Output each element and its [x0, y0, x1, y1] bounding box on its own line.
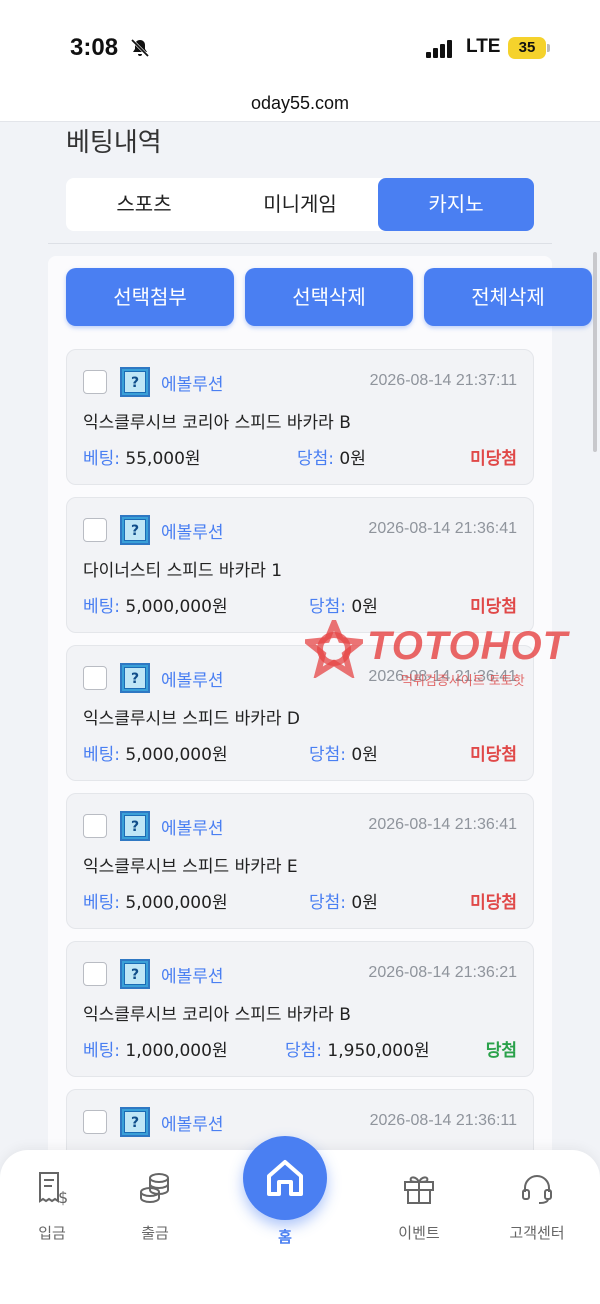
- nav-home-label: 홈: [278, 1228, 292, 1246]
- result-badge: 미당첨: [470, 449, 517, 469]
- bet-card: ? 에볼루션 2026-08-14 21:36:41 익스클루시브 스피드 바카…: [66, 645, 534, 781]
- home-icon: [267, 1160, 303, 1196]
- nav-withdraw-label: 출금: [141, 1224, 169, 1242]
- win-amount-label: 당첨: 0원: [309, 597, 378, 617]
- bet-card: ? 에볼루션 2026-08-14 21:36:21 익스클루시브 코리아 스피…: [66, 941, 534, 1077]
- game-placeholder-icon: ?: [120, 1107, 150, 1137]
- provider-name: 에볼루션: [161, 375, 224, 395]
- bet-amount: 5,000,000원: [125, 745, 228, 765]
- provider-name: 에볼루션: [161, 967, 224, 987]
- win-amount: 1,950,000원: [327, 1041, 430, 1061]
- win-amount: 0원: [339, 449, 366, 469]
- nav-deposit-label: 입금: [38, 1224, 66, 1242]
- bet-amount-label: 베팅: 55,000원: [83, 449, 201, 469]
- bet-card: ? 에볼루션 2026-08-14 21:37:11 익스클루시브 코리아 스피…: [66, 349, 534, 485]
- nav-event-label: 이벤트: [398, 1224, 440, 1242]
- bet-amount: 5,000,000원: [125, 597, 228, 617]
- svg-text:$: $: [58, 1188, 68, 1206]
- bet-card: ? 에볼루션 2026-08-14 21:36:41 익스클루시브 스피드 바카…: [66, 793, 534, 929]
- bet-datetime: 2026-08-14 21:36:41: [368, 668, 517, 685]
- bet-checkbox[interactable]: [83, 814, 107, 838]
- result-badge: 미당첨: [470, 893, 517, 913]
- signal-icon: [426, 40, 454, 58]
- tab-casino[interactable]: 카지노: [378, 178, 534, 231]
- bet-card: ? 에볼루션 2026-08-14 21:36:41 다이너스티 스피드 바카라…: [66, 497, 534, 633]
- win-amount: 0원: [351, 893, 378, 913]
- nav-withdraw[interactable]: 출금: [105, 1170, 205, 1243]
- network-type: LTE: [466, 36, 501, 57]
- status-bar: 3:08 LTE 35: [0, 0, 600, 96]
- bet-datetime: 2026-08-14 21:36:21: [368, 964, 517, 981]
- coins-icon: [140, 1173, 169, 1204]
- bet-checkbox[interactable]: [83, 962, 107, 986]
- win-amount: 0원: [351, 745, 378, 765]
- bet-amount: 55,000원: [125, 449, 201, 469]
- provider-name: 에볼루션: [161, 523, 224, 543]
- bet-checkbox[interactable]: [83, 370, 107, 394]
- game-placeholder-icon: ?: [120, 367, 150, 397]
- headset-icon: [522, 1175, 552, 1204]
- provider-name: 에볼루션: [161, 671, 224, 691]
- win-amount-label: 당첨: 0원: [297, 449, 366, 469]
- game-placeholder-icon: ?: [120, 811, 150, 841]
- result-badge: 미당첨: [470, 597, 517, 617]
- scrollbar[interactable]: [593, 252, 597, 452]
- bet-checkbox[interactable]: [83, 518, 107, 542]
- win-amount-label: 당첨: 0원: [309, 893, 378, 913]
- provider-name: 에볼루션: [161, 819, 224, 839]
- win-amount-label: 당첨: 1,950,000원: [285, 1041, 430, 1061]
- nav-deposit[interactable]: $ 입금: [2, 1170, 102, 1243]
- category-tabs: 스포츠 미니게임 카지노: [66, 178, 534, 231]
- attach-selected-button[interactable]: 선택첨부: [66, 268, 234, 326]
- game-name: 익스클루시브 코리아 스피드 바카라 B: [83, 413, 351, 433]
- nav-support-label: 고객센터: [509, 1224, 565, 1242]
- game-placeholder-icon: ?: [120, 959, 150, 989]
- delete-selected-button[interactable]: 선택삭제: [245, 268, 413, 326]
- nav-home-button[interactable]: [243, 1136, 327, 1220]
- game-name: 익스클루시브 스피드 바카라 E: [83, 857, 298, 877]
- bet-amount: 1,000,000원: [125, 1041, 228, 1061]
- battery-tip: [547, 44, 550, 52]
- status-time: 3:08: [70, 34, 119, 61]
- page-title: 베팅내역: [66, 128, 162, 158]
- delete-all-button[interactable]: 전체삭제: [424, 268, 592, 326]
- result-badge: 미당첨: [470, 745, 517, 765]
- tab-minigame[interactable]: 미니게임: [222, 178, 378, 231]
- url-bar[interactable]: oday55.com: [0, 84, 600, 122]
- divider: [48, 243, 552, 244]
- result-badge: 당첨: [485, 1041, 517, 1061]
- win-amount-label: 당첨: 0원: [309, 745, 378, 765]
- nav-event[interactable]: 이벤트: [369, 1170, 469, 1243]
- tab-sports[interactable]: 스포츠: [66, 178, 222, 231]
- bell-muted-icon: [130, 38, 150, 58]
- bet-amount-label: 베팅: 5,000,000원: [83, 597, 228, 617]
- bet-datetime: 2026-08-14 21:36:41: [368, 816, 517, 833]
- game-name: 다이너스티 스피드 바카라 1: [83, 561, 283, 581]
- bet-amount: 5,000,000원: [125, 893, 228, 913]
- game-name: 익스클루시브 스피드 바카라 D: [83, 709, 300, 729]
- bet-amount-label: 베팅: 5,000,000원: [83, 745, 228, 765]
- receipt-dollar-icon: $: [39, 1172, 68, 1206]
- game-placeholder-icon: ?: [120, 515, 150, 545]
- bet-checkbox[interactable]: [83, 1110, 107, 1134]
- game-placeholder-icon: ?: [120, 663, 150, 693]
- bet-amount-label: 베팅: 5,000,000원: [83, 893, 228, 913]
- bet-amount-label: 베팅: 1,000,000원: [83, 1041, 228, 1061]
- bet-datetime: 2026-08-14 21:36:11: [369, 1112, 517, 1129]
- provider-name: 에볼루션: [161, 1115, 224, 1135]
- game-name: 익스클루시브 코리아 스피드 바카라 B: [83, 1005, 351, 1025]
- bet-datetime: 2026-08-14 21:37:11: [369, 372, 517, 389]
- battery-icon: 35: [508, 37, 546, 59]
- gift-icon: [404, 1176, 434, 1204]
- bet-checkbox[interactable]: [83, 666, 107, 690]
- win-amount: 0원: [351, 597, 378, 617]
- bet-datetime: 2026-08-14 21:36:41: [368, 520, 517, 537]
- nav-support[interactable]: 고객센터: [487, 1170, 587, 1243]
